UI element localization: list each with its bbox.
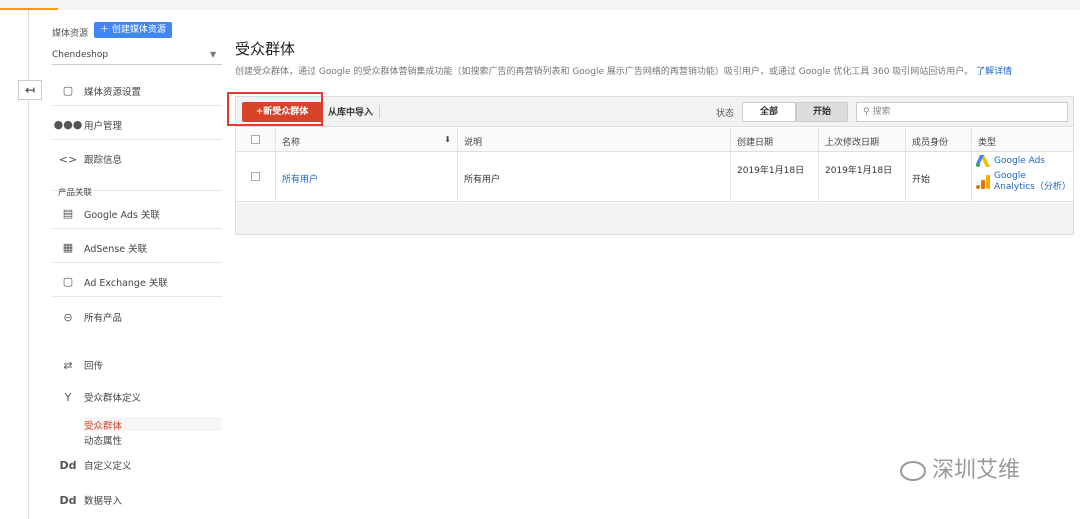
postback-icon: ⇄ [63, 358, 73, 372]
account-selector[interactable]: Chendeshop [52, 50, 108, 60]
filter-start-button[interactable]: 开始 [796, 102, 848, 122]
type-google-analytics-link[interactable]: Google Analytics（分析） [994, 171, 1071, 193]
ads-link-icon: ▤ [62, 207, 74, 220]
section-product-link: 产品关联 [58, 188, 93, 198]
nav-all-products[interactable]: ⊝ 所有产品 [52, 302, 222, 332]
audience-toolbar: +新受众群体 从库中导入 状态 全部 开始 ⚲ 搜索 [235, 96, 1074, 127]
table-row: 所有用户 所有用户 2019年1月18日 2019年1月18日 开始 Googl… [236, 152, 1073, 202]
nav-data-import[interactable]: Dd 数据导入 [52, 485, 222, 515]
google-analytics-icon [976, 175, 990, 189]
create-resource-button[interactable]: ＋ 创建媒体资源 [94, 22, 172, 38]
nav-adexchange-link[interactable]: ▢ Ad Exchange 关联 [52, 267, 222, 297]
plus-icon: ＋ [100, 25, 112, 35]
sort-arrow-icon: ⬇ [444, 135, 451, 144]
nav-custom-definitions[interactable]: Dd 自定义定义 [52, 450, 222, 480]
highlight-annotation [227, 92, 323, 126]
nav-google-ads-link[interactable]: ▤ Google Ads 关联 [52, 199, 222, 229]
code-icon: <> [58, 152, 78, 166]
table-header: 名称 ⬇ 说明 创建日期 上次修改日期 成员身份 类型 [236, 128, 1073, 152]
nav-audience-definitions[interactable]: Y 受众群体定义 [52, 382, 222, 412]
google-ads-icon [976, 155, 990, 167]
nav-postback[interactable]: ⇄ 回传 [52, 350, 222, 380]
dd-icon: Dd [59, 493, 77, 507]
modified-date: 2019年1月18日 [819, 152, 906, 201]
membership-status: 开始 [906, 152, 972, 201]
nav-resource-settings[interactable]: ▢ 媒体资源设置 [52, 76, 222, 106]
divider [52, 64, 222, 65]
col-created: 创建日期 [731, 128, 819, 151]
nav-tracking-info[interactable]: <> 跟踪信息 [52, 144, 222, 174]
link-icon: ⊝ [63, 310, 73, 324]
wechat-icon [900, 461, 926, 481]
page-description: 创建受众群体，通过 Google 的受众群体营销集成功能（如搜索广告的再营销列表… [235, 67, 1013, 77]
col-membership: 成员身份 [906, 128, 972, 151]
nav-dynamic-attributes[interactable]: 动态属性 [84, 433, 122, 447]
nav-audiences[interactable]: 受众群体 [84, 418, 122, 432]
table-footer [236, 203, 1073, 234]
col-modified: 上次修改日期 [819, 128, 906, 151]
collapse-nav-button[interactable]: ↤ [18, 80, 42, 100]
col-description: 说明 [458, 128, 731, 151]
top-strip [0, 0, 1080, 10]
learn-more-link[interactable]: 了解详情 [976, 67, 1012, 77]
status-label: 状态 [716, 109, 735, 119]
type-google-ads-link[interactable]: Google Ads [994, 156, 1045, 167]
watermark: 深圳艾维 [900, 452, 1020, 484]
filter-all-button[interactable]: 全部 [742, 102, 796, 122]
resource-label: 媒体资源 [52, 29, 89, 39]
branch-icon: Y [64, 390, 72, 404]
dd-icon: Dd [59, 458, 77, 472]
audience-name-link[interactable]: 所有用户 [276, 152, 458, 201]
search-input[interactable]: ⚲ 搜索 [856, 102, 1068, 122]
col-type: 类型 [978, 138, 997, 148]
import-from-gallery-button[interactable]: 从库中导入 [328, 105, 381, 118]
caret-down-icon[interactable]: ▼ [210, 50, 216, 59]
select-all-checkbox[interactable] [236, 128, 276, 151]
adsense-icon: ▦ [62, 241, 74, 254]
page-title: 受众群体 [235, 40, 296, 58]
adexchange-icon: ▢ [62, 275, 74, 288]
window-icon: ▢ [62, 84, 74, 97]
users-icon: ●●● [53, 118, 83, 131]
audience-description: 所有用户 [458, 152, 731, 201]
audience-table: 名称 ⬇ 说明 创建日期 上次修改日期 成员身份 类型 所有用户 所有用户 201… [235, 128, 1074, 235]
nav-user-management[interactable]: ●●● 用户管理 [52, 110, 222, 140]
nav-adsense-link[interactable]: ▦ AdSense 关联 [52, 233, 222, 263]
row-checkbox[interactable] [236, 152, 276, 201]
col-name[interactable]: 名称 ⬇ [276, 128, 458, 151]
audience-types: Google Ads Google Analytics（分析） [972, 152, 1073, 201]
created-date: 2019年1月18日 [731, 152, 819, 201]
